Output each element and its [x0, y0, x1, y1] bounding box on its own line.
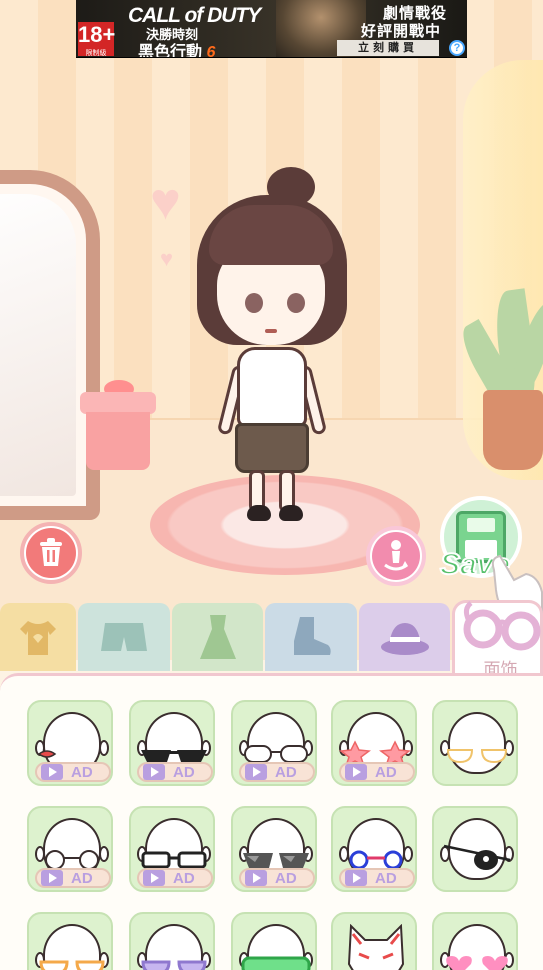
tab-hats[interactable] [359, 603, 450, 671]
item-red-eye-patch-small[interactable]: AD [27, 700, 113, 786]
item-fox-mask[interactable] [331, 912, 417, 970]
tab-dresses[interactable] [172, 603, 263, 671]
boot-icon [294, 617, 331, 655]
pose-button[interactable] [366, 526, 426, 586]
gift-box [80, 380, 156, 472]
heart-glasses-icon [446, 956, 508, 970]
video-play-icon [345, 764, 367, 780]
item-skull-eye-patch[interactable] [432, 806, 518, 892]
item-clear-round-glasses[interactable]: AD [231, 700, 317, 786]
tab-shoes[interactable] [265, 603, 357, 671]
video-play-icon [143, 870, 165, 886]
purple-glasses-icon [141, 960, 207, 970]
tab-tops[interactable] [0, 603, 76, 671]
item-blue-red-glasses[interactable]: AD [331, 806, 417, 892]
ad-unlock-tag: AD [239, 868, 315, 888]
character-shorts [235, 423, 309, 473]
yellow-glasses-icon [446, 749, 508, 764]
item-green-goggles[interactable] [231, 912, 317, 970]
green-goggles-icon [241, 956, 311, 970]
red-eye-patch-icon [37, 750, 57, 758]
video-play-icon [245, 764, 267, 780]
character-shoe [279, 505, 303, 521]
items-panel: AD AD AD AD AD AD AD AD [0, 673, 543, 970]
glasses-icon [463, 601, 541, 651]
ad-unlock-tag: AD [339, 762, 415, 782]
character-shirt [237, 347, 307, 427]
app-root: ♥ ♥ 18+ 限制級 CALL of DUTY 決勝時刻 黑色行動 6 劇情戰… [0, 0, 543, 970]
ad-unlock-tag: AD [239, 762, 315, 782]
ad-unlock-tag: AD [35, 868, 111, 888]
shorts-icon [101, 623, 147, 651]
item-purple-glasses[interactable] [129, 912, 215, 970]
character-shoe [247, 505, 271, 521]
ad-unlock-tag: AD [339, 868, 415, 888]
tab-face-accessories[interactable]: 面饰 [452, 600, 543, 680]
trash-icon [40, 538, 62, 566]
category-tabs: 面饰 [0, 600, 543, 680]
age-rating-subtext: 限制級 [85, 50, 107, 57]
item-pink-star-glasses[interactable]: AD [331, 700, 417, 786]
video-play-icon [41, 764, 63, 780]
tab-bottoms[interactable] [78, 603, 170, 671]
ad-unlock-tag: AD [35, 762, 111, 782]
pose-icon [384, 540, 408, 571]
video-play-icon [41, 870, 63, 886]
reset-outfit-button[interactable] [20, 522, 82, 584]
eye-patch-icon [443, 844, 511, 870]
item-pink-heart-glasses[interactable] [432, 912, 518, 970]
heart-decoration: ♥ [160, 246, 174, 271]
item-yellow-outline-glasses[interactable] [432, 700, 518, 786]
ad-unlock-tag: AD [137, 762, 213, 782]
shirt-icon [20, 621, 56, 655]
item-black-sunglasses[interactable]: AD [129, 700, 215, 786]
ad-cta-button[interactable]: 立刻購買 [337, 40, 439, 56]
item-gray-sunglasses[interactable]: AD [231, 806, 317, 892]
hat-icon [380, 623, 429, 655]
ad-game-line-text: 黑色行動 [138, 44, 203, 58]
dress-icon [199, 615, 236, 659]
orange-glasses-icon [39, 960, 105, 970]
ad-help-icon[interactable]: ? [449, 40, 465, 56]
ad-game-line: 黑色行動 6 [138, 38, 216, 58]
item-round-wire-glasses[interactable]: AD [27, 806, 113, 892]
dressup-character [175, 165, 365, 535]
gray-sunglasses-icon [243, 853, 309, 868]
ad-tagline-2: 好評開戰中 [360, 23, 441, 40]
ad-game-number: 6 [206, 44, 216, 58]
ad-banner[interactable]: 18+ 限制級 CALL of DUTY 決勝時刻 黑色行動 6 劇情戰役 好評… [76, 0, 467, 58]
video-play-icon [143, 764, 165, 780]
black-frame-glasses-icon [141, 851, 207, 869]
item-black-frame-glasses[interactable]: AD [129, 806, 215, 892]
video-play-icon [345, 870, 367, 886]
video-play-icon [245, 870, 267, 886]
item-orange-glasses[interactable] [27, 912, 113, 970]
ad-unlock-tag: AD [137, 868, 213, 888]
fox-mask-icon [347, 924, 405, 970]
